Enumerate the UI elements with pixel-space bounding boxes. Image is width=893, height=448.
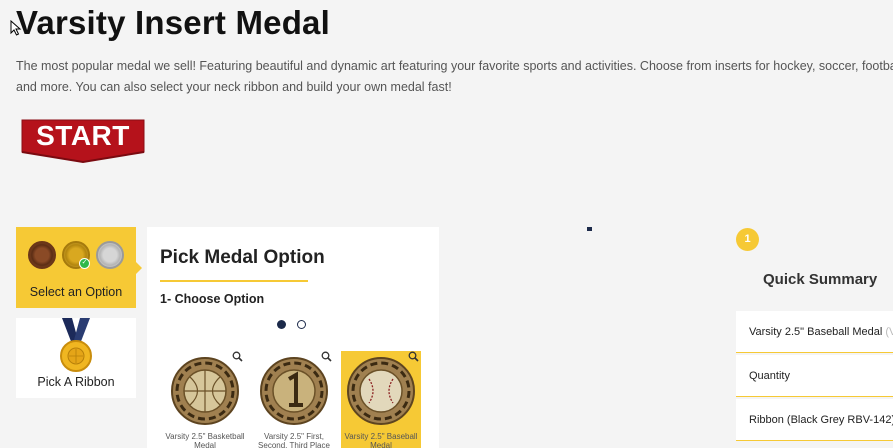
carousel-dot-active[interactable] bbox=[277, 320, 286, 329]
summary-row-label: Varsity 2.5" Baseball Medal bbox=[749, 326, 883, 338]
summary-row-hint: (V bbox=[885, 326, 893, 338]
start-button-label: START bbox=[36, 120, 130, 151]
zoom-icon[interactable] bbox=[232, 351, 243, 362]
product-name: Varsity 2.5" Baseball Medal bbox=[344, 432, 418, 448]
page-title: Varsity Insert Medal bbox=[16, 4, 330, 41]
summary-row-quantity: Quantity bbox=[736, 355, 893, 397]
product-card[interactable]: Varsity 2.5" Basketball Medal bbox=[165, 351, 245, 448]
basketball-medal-icon bbox=[171, 357, 239, 425]
pick-medal-panel: Pick Medal Option 1- Choose Option Varsi… bbox=[147, 227, 439, 448]
panel-title: Pick Medal Option bbox=[160, 247, 325, 268]
ribbon-medal-icon bbox=[60, 318, 92, 372]
product-card[interactable]: Varsity 2.5" First, Second, Third Place … bbox=[254, 351, 334, 448]
zoom-icon[interactable] bbox=[321, 351, 332, 362]
stray-mark bbox=[587, 227, 592, 231]
panel-subtitle: 1- Choose Option bbox=[160, 292, 265, 306]
title-underline bbox=[160, 280, 308, 282]
silver-medal-icon bbox=[96, 241, 124, 269]
product-card-selected[interactable]: Varsity 2.5" Baseball Medal bbox=[341, 351, 421, 448]
summary-row-label: Quantity bbox=[749, 370, 790, 382]
summary-row-ribbon: Ribbon (Black Grey RBV-142) bbox=[736, 399, 893, 441]
bronze-medal-icon bbox=[28, 241, 56, 269]
summary-row-label: Ribbon (Black Grey RBV-142) bbox=[749, 414, 893, 426]
summary-row-product: Varsity 2.5" Baseball Medal (V bbox=[736, 311, 893, 353]
carousel-dot[interactable] bbox=[297, 320, 306, 329]
zoom-icon[interactable] bbox=[408, 351, 419, 362]
check-icon: ✓ bbox=[79, 258, 90, 269]
quick-summary-title: Quick Summary bbox=[763, 271, 878, 288]
step-label: Select an Option bbox=[29, 285, 123, 299]
start-button[interactable]: START bbox=[20, 118, 146, 164]
place-medal-icon bbox=[260, 357, 328, 425]
product-name: Varsity 2.5" Basketball Medal bbox=[165, 432, 245, 448]
page-description: The most popular medal we sell! Featurin… bbox=[16, 59, 893, 94]
step-number-badge: 1 bbox=[736, 228, 759, 251]
step-pick-ribbon[interactable]: Pick A Ribbon bbox=[16, 318, 136, 398]
product-name: Varsity 2.5" First, Second, Third Place … bbox=[258, 432, 330, 448]
step-label: Pick A Ribbon bbox=[37, 375, 115, 389]
step-select-option[interactable]: ✓ Select an Option bbox=[16, 227, 142, 308]
baseball-medal-icon bbox=[347, 357, 415, 425]
